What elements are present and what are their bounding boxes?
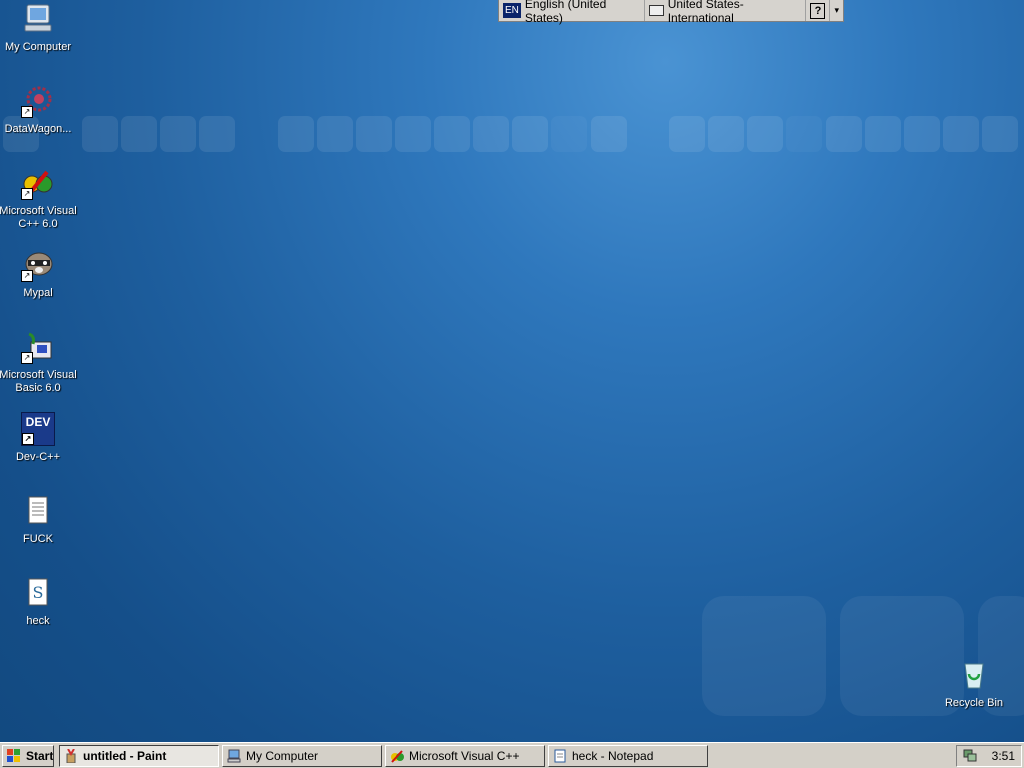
windows-logo-icon — [7, 749, 21, 763]
shortcut-arrow-icon: ↗ — [21, 352, 33, 364]
taskbar-button-visual-cpp[interactable]: Microsoft Visual C++ — [385, 745, 545, 767]
desktop-icon-label: Mypal — [23, 287, 53, 299]
taskbar-button-label: heck - Notepad — [572, 749, 654, 763]
visual-cpp-icon: ↗ — [21, 166, 55, 200]
desktop-icon-label: Recycle Bin — [944, 697, 1004, 709]
text-document-icon — [21, 494, 55, 528]
dev-cpp-icon: DEV ↗ — [21, 412, 55, 446]
shortcut-arrow-icon: ↗ — [22, 433, 34, 445]
desktop-icon-label: My Computer — [4, 41, 72, 53]
start-label: Start — [26, 749, 54, 763]
desktop-icon-fuck-text-file[interactable]: FUCK — [0, 494, 78, 546]
language-bar[interactable]: EN English (United States) United States… — [498, 0, 844, 25]
visual-basic-icon: ↗ — [21, 330, 55, 364]
computer-icon — [21, 2, 55, 36]
desktop-icon-visual-cpp[interactable]: ↗ Microsoft Visual C++ 6.0 — [0, 166, 78, 231]
desktop-icon-mypal[interactable]: ↗ Mypal — [0, 248, 78, 300]
desktop-icon-heck-file[interactable]: S heck — [0, 576, 78, 628]
recycle-bin-icon — [957, 658, 991, 692]
svg-text:S: S — [33, 583, 44, 602]
keyboard-layout-label: United States-International — [667, 0, 744, 25]
taskbar: Start untitled - Paint My Computer Micro… — [0, 742, 1024, 768]
wallpaper-large-tile — [702, 596, 826, 716]
language-selector[interactable]: EN English (United States) — [499, 0, 645, 25]
desktop-icon-label: heck — [26, 615, 50, 627]
desktop-icon-label: Dev-C++ — [15, 451, 61, 463]
script-document-icon: S — [21, 576, 55, 610]
desktop-icon-visual-basic[interactable]: ↗ Microsoft Visual Basic 6.0 — [0, 330, 78, 395]
taskbar-button-label: Microsoft Visual C++ — [409, 749, 520, 763]
help-icon: ? — [810, 2, 826, 19]
datawagon-icon: ↗ — [21, 84, 55, 118]
desktop-icon-recycle-bin[interactable]: Recycle Bin — [934, 658, 1014, 710]
desktop-icon-my-computer[interactable]: My Computer — [0, 2, 78, 54]
computer-icon — [227, 749, 241, 763]
dev-cpp-icon-text: DEV — [25, 415, 51, 429]
language-bar-options-arrow[interactable]: ▾ — [830, 5, 843, 16]
taskbar-button-label: untitled - Paint — [83, 749, 167, 763]
desktop-icon-label: Microsoft Visual C++ 6.0 — [0, 205, 77, 230]
help-button[interactable]: ? — [806, 0, 831, 21]
clock[interactable]: 3:51 — [992, 749, 1015, 763]
language-badge: EN — [503, 3, 521, 18]
network-tray-icon[interactable] — [963, 748, 977, 765]
start-button[interactable]: Start — [2, 745, 54, 767]
visual-cpp-icon — [390, 749, 404, 763]
taskbar-button-my-computer[interactable]: My Computer — [222, 745, 382, 767]
shortcut-arrow-icon: ↗ — [21, 270, 33, 282]
wallpaper-tile-row — [0, 116, 1024, 156]
desktop-icon-datawagon[interactable]: ↗ DataWagon... — [0, 84, 78, 136]
shortcut-arrow-icon: ↗ — [21, 188, 33, 200]
desktop-icon-label: FUCK — [23, 533, 53, 545]
notepad-icon — [553, 749, 567, 763]
paint-icon — [64, 748, 78, 764]
system-tray: 3:51 — [956, 745, 1022, 767]
language-label: English (United States) — [524, 0, 607, 25]
taskbar-button-label: My Computer — [246, 749, 319, 763]
keyboard-icon — [648, 5, 664, 16]
keyboard-layout-selector[interactable]: United States-International — [645, 0, 807, 25]
shortcut-arrow-icon: ↗ — [21, 106, 33, 118]
desktop-icon-dev-cpp[interactable]: DEV ↗ Dev-C++ — [0, 412, 78, 464]
desktop-icon-label: Microsoft Visual Basic 6.0 — [0, 369, 77, 394]
desktop-icon-label: DataWagon... — [4, 123, 72, 135]
taskbar-button-notepad[interactable]: heck - Notepad — [548, 745, 708, 767]
taskbar-button-paint[interactable]: untitled - Paint — [59, 745, 219, 767]
mypal-raccoon-icon: ↗ — [21, 248, 55, 282]
